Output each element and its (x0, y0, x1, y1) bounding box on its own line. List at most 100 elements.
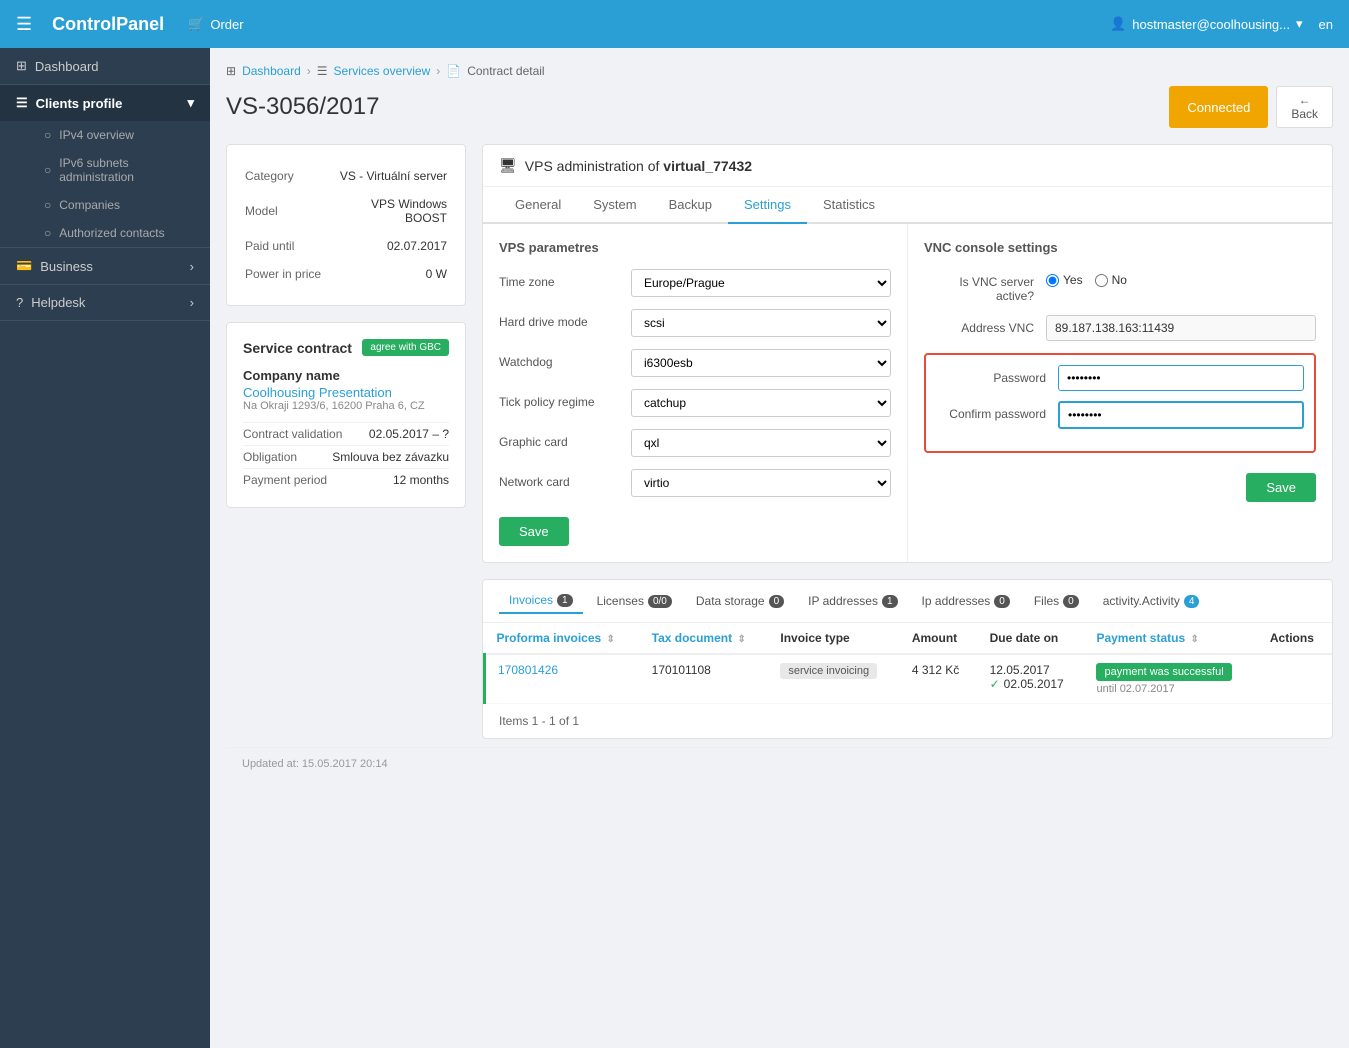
footer-updated: Updated at: 15.05.2017 20:14 (242, 758, 388, 770)
timezone-select[interactable]: Europe/Prague (631, 269, 891, 297)
sidebar-item-ipv4[interactable]: ○ IPv4 overview (28, 121, 210, 149)
model-label: Model (245, 191, 335, 231)
right-panel: 🖥 VPS administration of virtual_77432 Ge… (482, 144, 1333, 739)
company-name-link[interactable]: Coolhousing Presentation (243, 385, 392, 400)
sidebar-item-helpdesk[interactable]: ? Helpdesk › (0, 285, 210, 320)
order-button[interactable]: 🛒 Order (188, 16, 243, 32)
chevron-icon: ▾ (187, 95, 194, 111)
vps-body: VPS parametres Time zone Europe/Prague H… (483, 224, 1332, 562)
vnc-password-input[interactable] (1058, 365, 1304, 391)
vnc-password-row: Password (936, 365, 1304, 391)
sort-icon: ⇕ (1191, 634, 1199, 645)
check-icon: ✓ (990, 677, 1000, 691)
breadcrumb-services-overview[interactable]: Services overview (334, 64, 431, 78)
tick-policy-row: Tick policy regime catchup (499, 389, 891, 417)
tick-policy-label: Tick policy regime (499, 389, 619, 409)
back-button[interactable]: ← Back (1276, 86, 1333, 128)
sidebar-item-authorized-contacts[interactable]: ○ Authorized contacts (28, 219, 210, 247)
vnc-title: VNC console settings (924, 240, 1316, 255)
graphic-card-row: Graphic card qxl (499, 429, 891, 457)
vnc-confirm-label: Confirm password (936, 401, 1046, 421)
paid-until-row: Paid until 02.07.2017 (245, 233, 447, 259)
tick-policy-select[interactable]: catchup (631, 389, 891, 417)
btab-licenses[interactable]: Licenses 0/0 (587, 589, 682, 613)
payment-period-row: Payment period 12 months (243, 468, 449, 491)
btab-ip-addresses2[interactable]: Ip addresses 0 (912, 589, 1020, 613)
btab-invoices[interactable]: Invoices 1 (499, 588, 583, 614)
header-actions: Connected ← Back (1169, 86, 1333, 128)
timezone-row: Time zone Europe/Prague (499, 269, 891, 297)
vnc-active-value: Yes No (1046, 269, 1316, 287)
ip-addresses2-badge: 0 (994, 595, 1010, 608)
th-tax[interactable]: Tax document ⇕ (640, 623, 769, 654)
th-proforma[interactable]: Proforma invoices ⇕ (485, 623, 640, 654)
bottom-panel: Invoices 1 Licenses 0/0 Data storage 0 I… (482, 579, 1333, 739)
vnc-active-label: Is VNC server active? (924, 269, 1034, 303)
obligation-label: Obligation (243, 450, 297, 464)
btab-data-storage[interactable]: Data storage 0 (686, 589, 794, 613)
vnc-no-radio[interactable]: No (1095, 273, 1127, 287)
activity-badge: 4 (1184, 595, 1200, 608)
network-card-label: Network card (499, 469, 619, 489)
th-payment-status[interactable]: Payment status ⇕ (1084, 623, 1257, 654)
sidebar-item-clients-profile[interactable]: ☰ Clients profile ▾ (0, 85, 210, 121)
contract-header: Service contract agree with GBC (243, 339, 449, 356)
sidebar-item-companies[interactable]: ○ Companies (28, 191, 210, 219)
breadcrumb-contract-detail: Contract detail (467, 64, 544, 78)
clients-submenu: ○ IPv4 overview ○ IPv6 subnets administr… (0, 121, 210, 247)
category-label: Category (245, 163, 335, 189)
table-header-row: Proforma invoices ⇕ Tax document ⇕ Invoi… (485, 623, 1333, 654)
model-row: Model VPS Windows BOOST (245, 191, 447, 231)
vnc-save-button[interactable]: Save (1246, 473, 1316, 502)
ip-addresses-badge: 1 (882, 595, 898, 608)
payment-success-badge: payment was successful (1096, 663, 1231, 681)
hard-drive-label: Hard drive mode (499, 309, 619, 329)
company-address: Na Okraji 1293/6, 16200 Praha 6, CZ (243, 400, 449, 412)
gbc-badge[interactable]: agree with GBC (362, 339, 449, 356)
sidebar-item-ipv6[interactable]: ○ IPv6 subnets administration (28, 149, 210, 191)
language-selector[interactable]: en (1319, 17, 1333, 32)
vnc-confirm-row: Confirm password (936, 401, 1304, 429)
bottom-tabs: Invoices 1 Licenses 0/0 Data storage 0 I… (483, 580, 1332, 623)
user-menu[interactable]: 👤 hostmaster@coolhousing... ▾ (1110, 16, 1302, 32)
graphic-card-select[interactable]: qxl (631, 429, 891, 457)
table-header: Proforma invoices ⇕ Tax document ⇕ Invoi… (485, 623, 1333, 654)
tab-settings[interactable]: Settings (728, 187, 807, 224)
vnc-confirm-input[interactable] (1058, 401, 1304, 429)
pagination-info: Items 1 - 1 of 1 (483, 704, 1332, 738)
vps-header: 🖥 VPS administration of virtual_77432 (483, 145, 1332, 187)
vnc-address-value: 89.187.138.163:11439 (1046, 315, 1316, 341)
sidebar-item-dashboard[interactable]: ⊞ Dashboard (0, 48, 210, 84)
tab-general[interactable]: General (499, 187, 577, 224)
breadcrumb-dashboard[interactable]: Dashboard (242, 64, 301, 78)
btab-files[interactable]: Files 0 (1024, 589, 1089, 613)
vnc-yes-radio[interactable]: Yes (1046, 273, 1083, 287)
watchdog-select[interactable]: i6300esb (631, 349, 891, 377)
btab-ip-addresses[interactable]: IP addresses 1 (798, 589, 907, 613)
timezone-label: Time zone (499, 269, 619, 289)
th-amount: Amount (900, 623, 978, 654)
graphic-card-label: Graphic card (499, 429, 619, 449)
vnc-section: VNC console settings Is VNC server activ… (908, 224, 1332, 562)
td-amount: 4 312 Kč (900, 654, 978, 704)
tab-backup[interactable]: Backup (653, 187, 728, 224)
proforma-link[interactable]: 170801426 (498, 663, 558, 677)
tab-statistics[interactable]: Statistics (807, 187, 891, 224)
info-card: Category VS - Virtuální server Model VPS… (226, 144, 466, 306)
vps-params-save-button[interactable]: Save (499, 517, 569, 546)
network-card-select[interactable]: virtio (631, 469, 891, 497)
sidebar-item-business[interactable]: 💳 Business › (0, 248, 210, 284)
breadcrumb-doc-icon: 📄 (446, 64, 461, 78)
connected-button[interactable]: Connected (1169, 86, 1268, 128)
hamburger-icon[interactable]: ☰ (16, 14, 32, 35)
vnc-password-box: Password Confirm password (924, 353, 1316, 453)
payment-period-label: Payment period (243, 473, 327, 487)
td-actions (1258, 654, 1332, 704)
th-due-date: Due date on (978, 623, 1085, 654)
circle-icon: ○ (44, 198, 51, 212)
btab-activity[interactable]: activity.Activity 4 (1093, 589, 1210, 613)
hard-drive-select[interactable]: scsi (631, 309, 891, 337)
paid-until-label: Paid until (245, 233, 335, 259)
power-row: Power in price 0 W (245, 261, 447, 287)
tab-system[interactable]: System (577, 187, 652, 224)
